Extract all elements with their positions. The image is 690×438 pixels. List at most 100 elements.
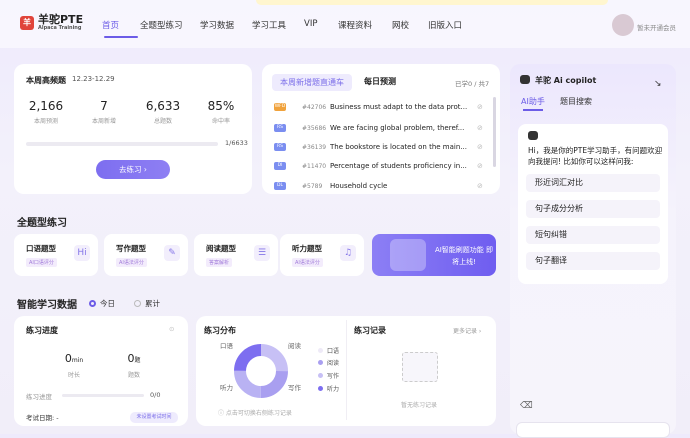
donut-label-listening: 听力: [220, 384, 233, 392]
radio-total[interactable]: 累计: [134, 298, 160, 309]
ai-robot-icon: [390, 239, 426, 271]
count-stat: 0题 题数: [127, 352, 141, 379]
check-icon: ⊘: [477, 143, 483, 151]
radio-today[interactable]: 今日: [89, 298, 115, 309]
logo-icon: 羊: [20, 15, 34, 30]
card-writing[interactable]: 写作题型 AI语法评分 ✎: [104, 234, 188, 276]
promo-text: AI智能刷题功能 即将上线!: [434, 246, 494, 266]
type-badge: RS: [274, 143, 286, 151]
nav-all-practice[interactable]: 全题型练习: [140, 19, 200, 31]
radio-dot-icon: [134, 300, 141, 307]
membership-status: 暂未开通会员: [637, 24, 676, 32]
check-icon: ⊘: [477, 103, 483, 111]
more-records-link[interactable]: 更多记录 ›: [453, 326, 481, 335]
stat-predicted: 2,166 本周预测: [28, 99, 64, 125]
legend-reading[interactable]: 阅读: [318, 358, 339, 367]
distribution-title: 练习分布: [204, 326, 236, 335]
stat-total: 6,633 总题数: [145, 99, 181, 125]
card-listening-title: 听力题型: [292, 244, 322, 253]
type-badge: RS: [274, 124, 286, 132]
copilot-title: 羊驼 Ai copilot: [535, 76, 597, 85]
speech-bubble-icon: Hi: [74, 245, 90, 261]
card-writing-title: 写作题型: [116, 244, 146, 253]
assistant-greeting: Hi，我是你的PTE学习助手，有问题欢迎向我提问! 比如你可以这样问我:: [528, 146, 663, 166]
suggestion-chip[interactable]: 句子翻译: [526, 252, 660, 270]
chat-input[interactable]: [516, 422, 670, 438]
time-stat: 0min 时长: [64, 352, 84, 379]
question-text: Household cycle: [330, 182, 388, 190]
main-nav: 首页 全题型练习 学习数据 学习工具 VIP 课程资料 网校 旧版入口: [102, 19, 462, 38]
switch-hint: ⓘ 点击可切换右侧练习记录: [218, 410, 292, 417]
practice-section-title: 全题型练习: [17, 218, 67, 229]
set-exam-date-button[interactable]: 未设置考试时间: [130, 412, 178, 423]
card-reading-tag: 答案解析: [206, 258, 233, 267]
card-reading[interactable]: 阅读题型 答案解析 ☰: [194, 234, 278, 276]
copilot-bot-icon: [520, 75, 530, 84]
tab-new-questions[interactable]: 本周新增题直通车: [272, 74, 352, 91]
announcement-bar[interactable]: [256, 0, 608, 5]
card-speaking-title: 口语题型: [26, 244, 56, 253]
legend-writing[interactable]: 写作: [318, 371, 339, 380]
record-title: 练习记录: [354, 326, 386, 335]
pencil-icon: ✎: [164, 245, 180, 261]
donut-label-reading: 阅读: [288, 342, 301, 350]
card-writing-tag: AI语法评分: [116, 258, 147, 267]
legend-listening[interactable]: 听力: [318, 384, 339, 393]
data-section-title: 智能学习数据: [17, 300, 77, 311]
nav-study-data[interactable]: 学习数据: [200, 19, 252, 31]
progress-title: 练习进度: [26, 326, 58, 335]
question-text: Percentage of students proficiency in...: [330, 162, 467, 170]
nav-school[interactable]: 网校: [392, 19, 428, 31]
tab-ai-assistant[interactable]: AI助手: [521, 96, 545, 111]
nav-tools[interactable]: 学习工具: [252, 19, 304, 31]
legend-speaking[interactable]: 口语: [318, 346, 339, 355]
brand-title: 羊驼PTE: [38, 13, 84, 26]
question-id: #11470: [302, 162, 327, 170]
card-speaking[interactable]: 口语题型 AI口语评分 Hi: [14, 234, 98, 276]
avatar[interactable]: [612, 14, 634, 36]
exam-date: 考试日期: -: [26, 414, 59, 422]
go-practice-button[interactable]: 去练习 ›: [96, 160, 170, 179]
brand-logo[interactable]: 羊 羊驼PTE Alpaca Training: [20, 14, 83, 31]
weekly-progress-text: 1/6633: [225, 139, 248, 147]
list-item[interactable]: WFD #42706 Business must adapt to the da…: [274, 101, 489, 113]
progress-bar-label: 练习进度: [26, 393, 52, 401]
assistant-avatar-icon: [528, 131, 538, 140]
weekly-range: 12.23-12.29: [72, 75, 115, 83]
question-id: #5789: [302, 182, 323, 190]
question-id: #35686: [302, 124, 327, 132]
tab-daily-predict[interactable]: 每日预测: [364, 76, 396, 87]
question-id: #42706: [302, 103, 327, 111]
list-item[interactable]: RS #35686 We are facing global problem, …: [274, 122, 489, 134]
stat-hit-rate: 85% 命中率: [207, 99, 235, 125]
card-listening[interactable]: 听力题型 AI语法评分 ♫: [280, 234, 364, 276]
collapse-arrow-icon[interactable]: ↘: [654, 79, 662, 89]
card-speaking-tag: AI口语评分: [26, 258, 57, 267]
progress-bar-value: 0/0: [150, 391, 161, 399]
question-id: #36139: [302, 143, 327, 151]
distribution-donut[interactable]: [233, 343, 289, 399]
list-item[interactable]: RS #36139 The bookstore is located on th…: [274, 141, 489, 153]
check-icon: ⊘: [477, 182, 483, 190]
suggestion-chip[interactable]: 句子成分分析: [526, 200, 660, 218]
empty-record-text: 暂无练习记录: [401, 402, 438, 409]
question-text: Business must adapt to the data prot...: [330, 103, 468, 111]
clear-chat-icon[interactable]: ⌫: [520, 401, 533, 411]
nav-vip[interactable]: VIP: [304, 19, 338, 31]
list-item[interactable]: DL #5789 Household cycle ⊘: [274, 180, 489, 192]
list-item[interactable]: DI #11470 Percentage of students profici…: [274, 160, 489, 172]
card-listening-tag: AI语法评分: [292, 258, 323, 267]
brand-subtitle: Alpaca Training: [38, 25, 82, 31]
suggestion-chip[interactable]: 形近词汇对比: [526, 174, 660, 192]
tab-question-search[interactable]: 题目搜索: [560, 96, 592, 107]
ai-promo-banner[interactable]: AI智能刷题功能 即将上线!: [372, 234, 496, 276]
type-badge: WFD: [274, 103, 286, 111]
nav-home[interactable]: 首页: [102, 19, 140, 38]
suggestion-chip[interactable]: 短句纠错: [526, 226, 660, 244]
list-scrollbar[interactable]: [493, 97, 496, 167]
question-text: We are facing global problem, theref...: [330, 124, 465, 132]
nav-courses[interactable]: 课程资料: [338, 19, 392, 31]
info-icon[interactable]: ⊙: [169, 325, 174, 333]
weekly-progress-bar: [26, 142, 218, 146]
nav-legacy[interactable]: 旧版入口: [428, 19, 462, 31]
